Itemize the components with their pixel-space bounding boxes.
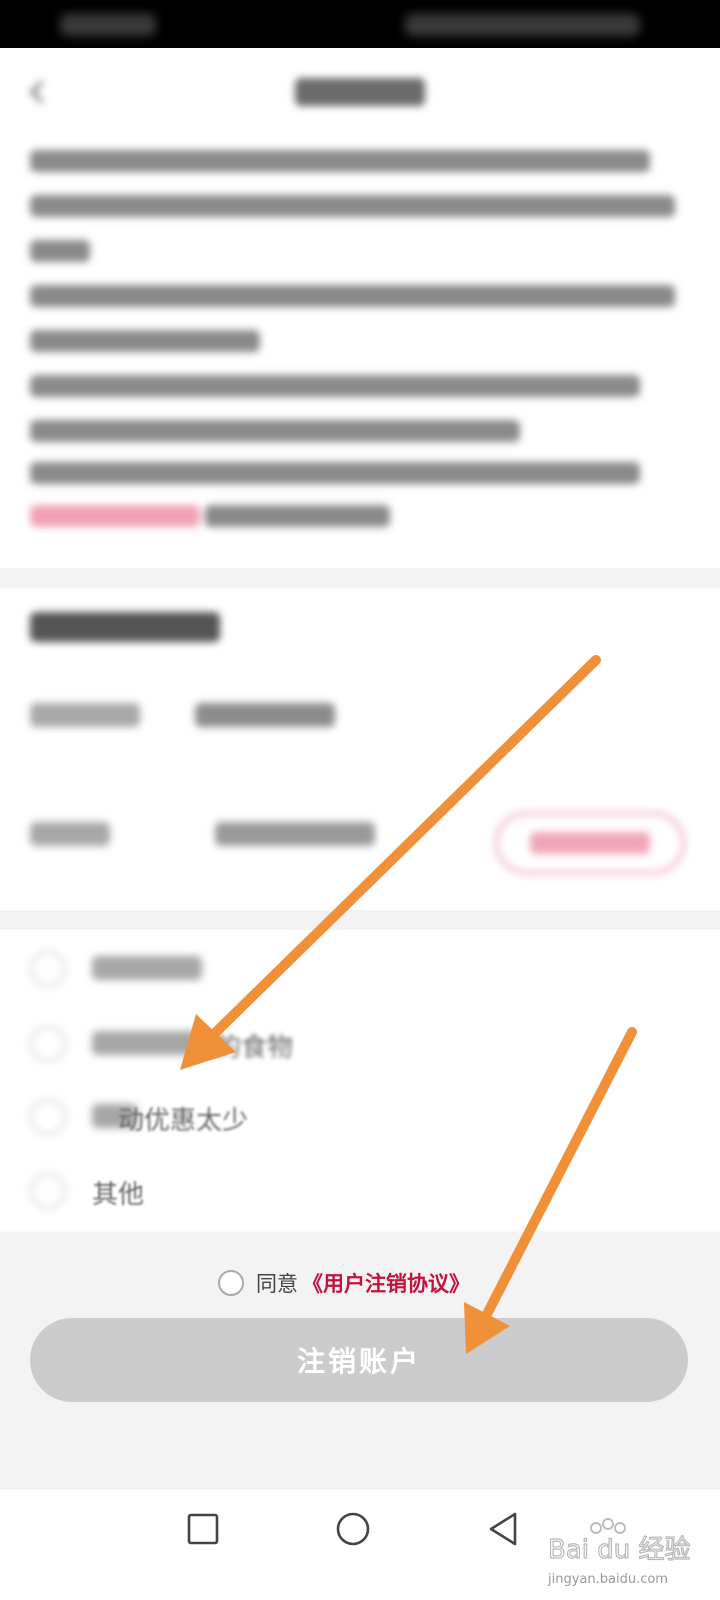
watermark-brand: Bai du 经验: [548, 1535, 691, 1565]
notice-line: [205, 505, 390, 527]
notice-line: [30, 240, 90, 262]
notice-link-blurred[interactable]: [30, 505, 200, 527]
radio-icon[interactable]: [30, 951, 66, 987]
phone-label-blurred: [30, 703, 140, 727]
notice-line: [30, 150, 650, 172]
agree-checkbox-icon[interactable]: [218, 1270, 244, 1296]
code-label-blurred: [30, 822, 110, 846]
reason-option[interactable]: [0, 938, 720, 998]
page-title-blurred: [295, 78, 425, 106]
get-code-button-label-blurred: [530, 832, 650, 854]
reason-label: 其他: [92, 1180, 145, 1210]
notice-line: [30, 285, 675, 307]
notice-line: [30, 420, 520, 442]
cancel-account-button[interactable]: 注销账户: [30, 1318, 688, 1402]
back-arrow-icon[interactable]: [24, 78, 52, 106]
radio-icon[interactable]: [30, 1099, 66, 1135]
notice-line: [30, 330, 260, 352]
section-divider: [0, 568, 720, 588]
reason-option[interactable]: 动优惠太少: [0, 1086, 720, 1146]
reason-option[interactable]: 的食物: [0, 1013, 720, 1073]
status-bar: [0, 0, 720, 48]
notice-card: [0, 48, 720, 568]
recent-apps-icon[interactable]: [186, 1512, 220, 1546]
reason-label-blurred: [92, 956, 202, 980]
notice-line: [30, 195, 675, 217]
verify-heading-blurred: [30, 612, 220, 642]
code-input-blurred[interactable]: [215, 822, 375, 846]
reason-label: 动优惠太少: [118, 1106, 249, 1136]
section-divider: [0, 910, 720, 930]
watermark-url: jingyan.baidu.com: [548, 1572, 668, 1587]
home-icon[interactable]: [334, 1510, 372, 1548]
radio-icon[interactable]: [30, 1173, 66, 1209]
status-icons-blurred: [405, 14, 640, 36]
agreement-prefix: 同意: [256, 1272, 298, 1296]
baidu-watermark-logo: Bai du 经验: [548, 1518, 691, 1566]
reason-label: 的食物: [215, 1033, 294, 1063]
reason-option[interactable]: 其他: [0, 1160, 720, 1220]
reason-label-blurred: [92, 1031, 202, 1055]
agreement-link[interactable]: 《用户注销协议》: [302, 1268, 470, 1298]
notice-line: [30, 375, 640, 397]
phone-value-blurred: [195, 703, 335, 727]
status-time-blurred: [60, 14, 156, 36]
radio-icon[interactable]: [30, 1026, 66, 1062]
notice-line: [30, 462, 640, 484]
back-triangle-icon[interactable]: [485, 1510, 521, 1548]
screen: 的食物 动优惠太少 其他 同意 《用户注销协议》 注销账户 Bai du 经验 …: [0, 0, 720, 1600]
